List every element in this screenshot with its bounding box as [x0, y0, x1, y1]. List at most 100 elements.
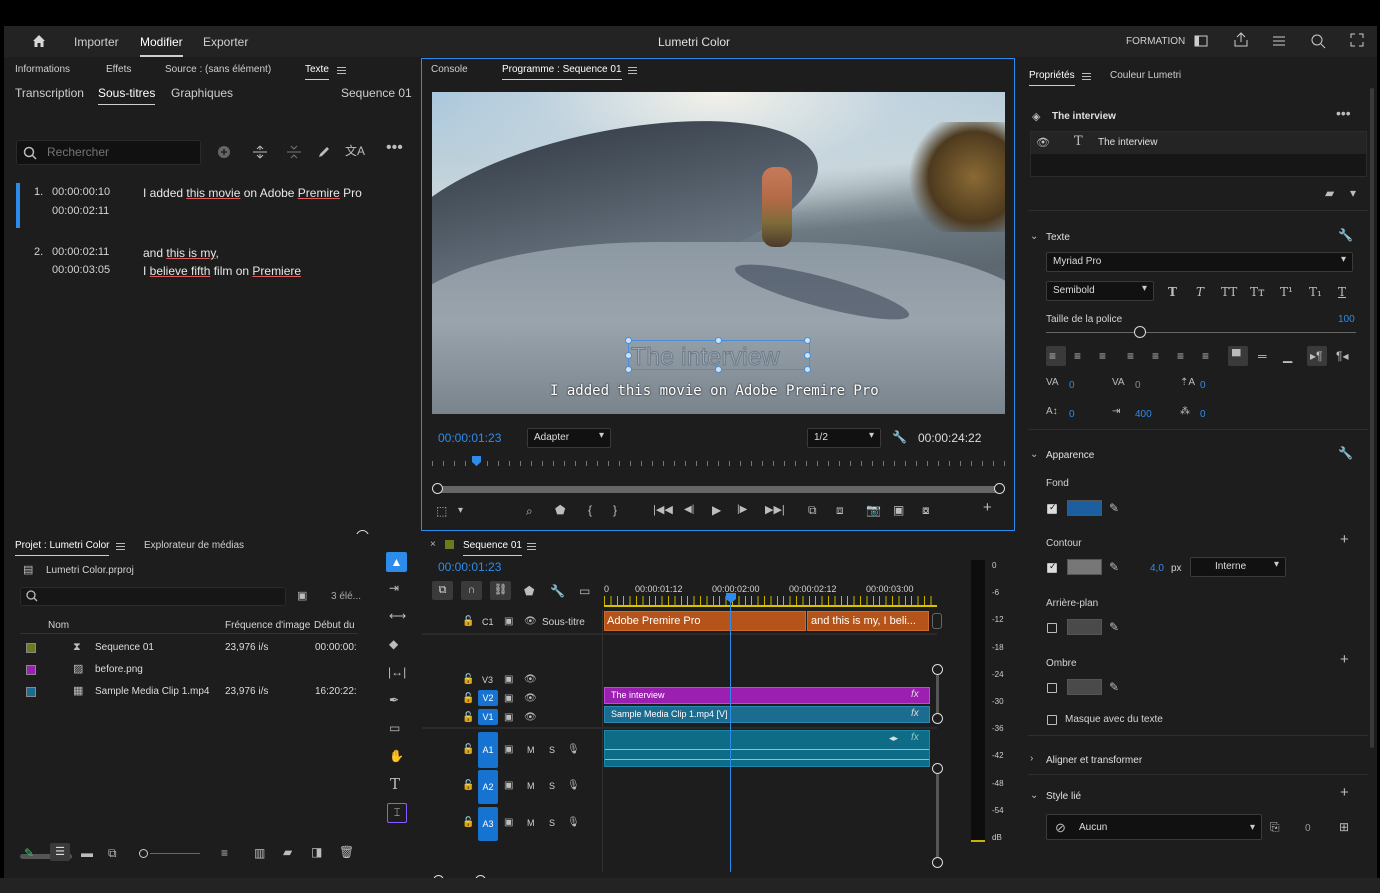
work-area-bar[interactable] [604, 605, 937, 607]
sync-lock-icon[interactable]: ▣ [504, 673, 513, 687]
comparison-icon[interactable]: ▣ [893, 503, 904, 517]
wrench-icon[interactable]: 🔧 [892, 430, 907, 444]
project-search-field[interactable] [20, 587, 286, 606]
zoom-bar[interactable] [436, 486, 1001, 493]
tab-projet[interactable]: Projet : Lumetri Color [15, 540, 110, 556]
handle-br[interactable] [804, 366, 811, 373]
panel-menu-icon[interactable] [337, 67, 346, 74]
mark-out-icon[interactable]: } [613, 503, 617, 517]
merge-caption-icon[interactable] [286, 145, 302, 162]
chevron-down-icon[interactable]: ▾ [458, 504, 463, 518]
clip-caption-1[interactable]: Adobe Premire Pro [604, 611, 806, 631]
fit-select[interactable]: Adapter ▾ [527, 428, 611, 448]
add-button-icon[interactable]: + [983, 500, 992, 515]
stroke-type-select[interactable]: Interne ▾ [1190, 557, 1286, 577]
nav-import[interactable]: Importer [74, 35, 119, 49]
audio-scroll-track[interactable] [936, 774, 939, 858]
program-timecode[interactable]: 00:00:01:23 [438, 431, 501, 445]
marker-icon[interactable]: ⬟ [555, 503, 565, 517]
fx-badge[interactable]: fx [911, 689, 919, 700]
trash-icon[interactable]: 🗑 [339, 845, 354, 859]
sync-lock-icon[interactable]: ▣ [504, 779, 513, 793]
grid-icon[interactable]: ⊞ [1339, 820, 1349, 834]
track-a3-target[interactable]: A3 [478, 807, 498, 841]
lock-icon[interactable]: 🔓 [462, 779, 474, 793]
item-name[interactable]: Sequence 01 [95, 642, 154, 653]
video-scroll-handle-bottom[interactable] [932, 713, 943, 724]
section-apparence[interactable]: Apparence [1046, 450, 1094, 461]
caption-search-field[interactable] [16, 140, 201, 165]
style-count[interactable]: 0 [1305, 823, 1311, 834]
lock-icon[interactable]: 🔓 [462, 615, 474, 629]
font-size-value[interactable]: 100 [1338, 314, 1355, 325]
wrench-icon[interactable]: 🔧 [550, 584, 565, 598]
freeform-view-icon[interactable]: ⧉ [108, 846, 117, 860]
solo-button[interactable]: S [549, 745, 555, 755]
collapse-chevron-icon[interactable]: ⌄ [1030, 448, 1038, 462]
marker-icon[interactable]: ⬟ [524, 584, 534, 598]
step-back-icon[interactable]: ◀| [684, 503, 694, 517]
tab-proprietes[interactable]: Propriétés [1029, 70, 1075, 86]
handle-b[interactable] [715, 366, 722, 373]
solo-button[interactable]: S [549, 781, 555, 791]
selection-tool[interactable]: ▲ [386, 552, 407, 572]
fill-checkbox[interactable] [1047, 502, 1057, 514]
handle-r[interactable] [804, 352, 811, 359]
project-item-row[interactable]: ▨ before.png [20, 660, 358, 680]
caption-text-line2[interactable]: I believe fifth film on Premiere [143, 264, 301, 278]
split-caption-icon[interactable] [252, 145, 268, 162]
project-item-row[interactable]: ⧗ Sequence 01 23,976 i/s 00:00:00: [20, 638, 358, 658]
track-v1-target[interactable]: V1 [478, 709, 498, 725]
zoom-bar-right-handle[interactable] [994, 483, 1005, 494]
hand-tool[interactable]: ✋ [389, 749, 404, 763]
eye-icon[interactable]: 👁 [524, 692, 537, 706]
underline-icon[interactable]: T [1338, 285, 1346, 299]
mic-icon[interactable]: 🎙 [567, 816, 580, 830]
style-select[interactable]: Aucun ▾ [1046, 814, 1262, 840]
eyedropper-icon[interactable]: ✎ [1109, 501, 1119, 515]
tab-programme[interactable]: Programme : Sequence 01 [502, 64, 622, 80]
tab-source[interactable]: Source : (sans élément) [165, 64, 271, 75]
lock-icon[interactable]: 🔓 [462, 692, 474, 706]
sync-lock-icon[interactable]: ▣ [504, 615, 513, 629]
tracking-value[interactable]: 0 [1135, 380, 1141, 391]
audio-scroll-handle-bottom[interactable] [932, 857, 943, 868]
mute-button[interactable]: M [527, 745, 535, 755]
automate-icon[interactable]: ▥ [254, 846, 265, 860]
handle-l[interactable] [625, 352, 632, 359]
tab-texte[interactable]: Texte [305, 64, 329, 80]
align-middle-icon[interactable]: ═ [1258, 349, 1267, 363]
lift-icon[interactable]: ⧉ [808, 503, 817, 517]
leading-value[interactable]: 0 [1069, 409, 1075, 420]
panel-layout-icon[interactable] [1194, 34, 1208, 51]
tab-informations[interactable]: Informations [15, 64, 70, 75]
sync-lock-icon[interactable]: ▣ [504, 743, 513, 757]
tab-graphiques[interactable]: Graphiques [171, 86, 233, 100]
close-icon[interactable]: × [430, 538, 436, 552]
caption-tool[interactable]: ⌶ [387, 803, 407, 823]
justify-all-icon[interactable]: ≡ [1202, 349, 1209, 363]
align-center-icon[interactable]: ≡ [1074, 349, 1081, 363]
track-a2-target[interactable]: A2 [478, 770, 498, 804]
background-checkbox[interactable] [1047, 623, 1057, 633]
pencil-icon[interactable] [317, 145, 331, 162]
tab-sequence[interactable]: Sequence 01 [463, 540, 522, 556]
section-align-transform[interactable]: Aligner et transformer [1046, 755, 1142, 766]
translate-icon[interactable]: 文A [345, 144, 365, 158]
bold-icon[interactable]: T [1168, 285, 1177, 299]
label-color-chip[interactable] [26, 665, 36, 675]
add-style-icon[interactable]: + [1340, 785, 1349, 800]
item-name[interactable]: Sample Media Clip 1.mp4 [95, 686, 210, 697]
lock-icon[interactable]: 🔓 [462, 743, 474, 757]
add-shadow-icon[interactable]: + [1340, 652, 1349, 667]
stroke-color-swatch[interactable] [1067, 559, 1102, 575]
subscript-icon[interactable]: T₁ [1309, 285, 1322, 299]
lock-icon[interactable]: 🔓 [462, 673, 474, 687]
stroke-checkbox[interactable] [1047, 561, 1057, 573]
superscript-icon[interactable]: T¹ [1280, 285, 1293, 299]
lock-icon[interactable]: 🔓 [462, 816, 474, 830]
add-stroke-icon[interactable]: + [1340, 532, 1349, 547]
handle-bl[interactable] [625, 366, 632, 373]
sort-icon[interactable]: ≡ [221, 846, 228, 860]
clip-a1-audio[interactable]: ◂▸ fx [604, 730, 930, 767]
